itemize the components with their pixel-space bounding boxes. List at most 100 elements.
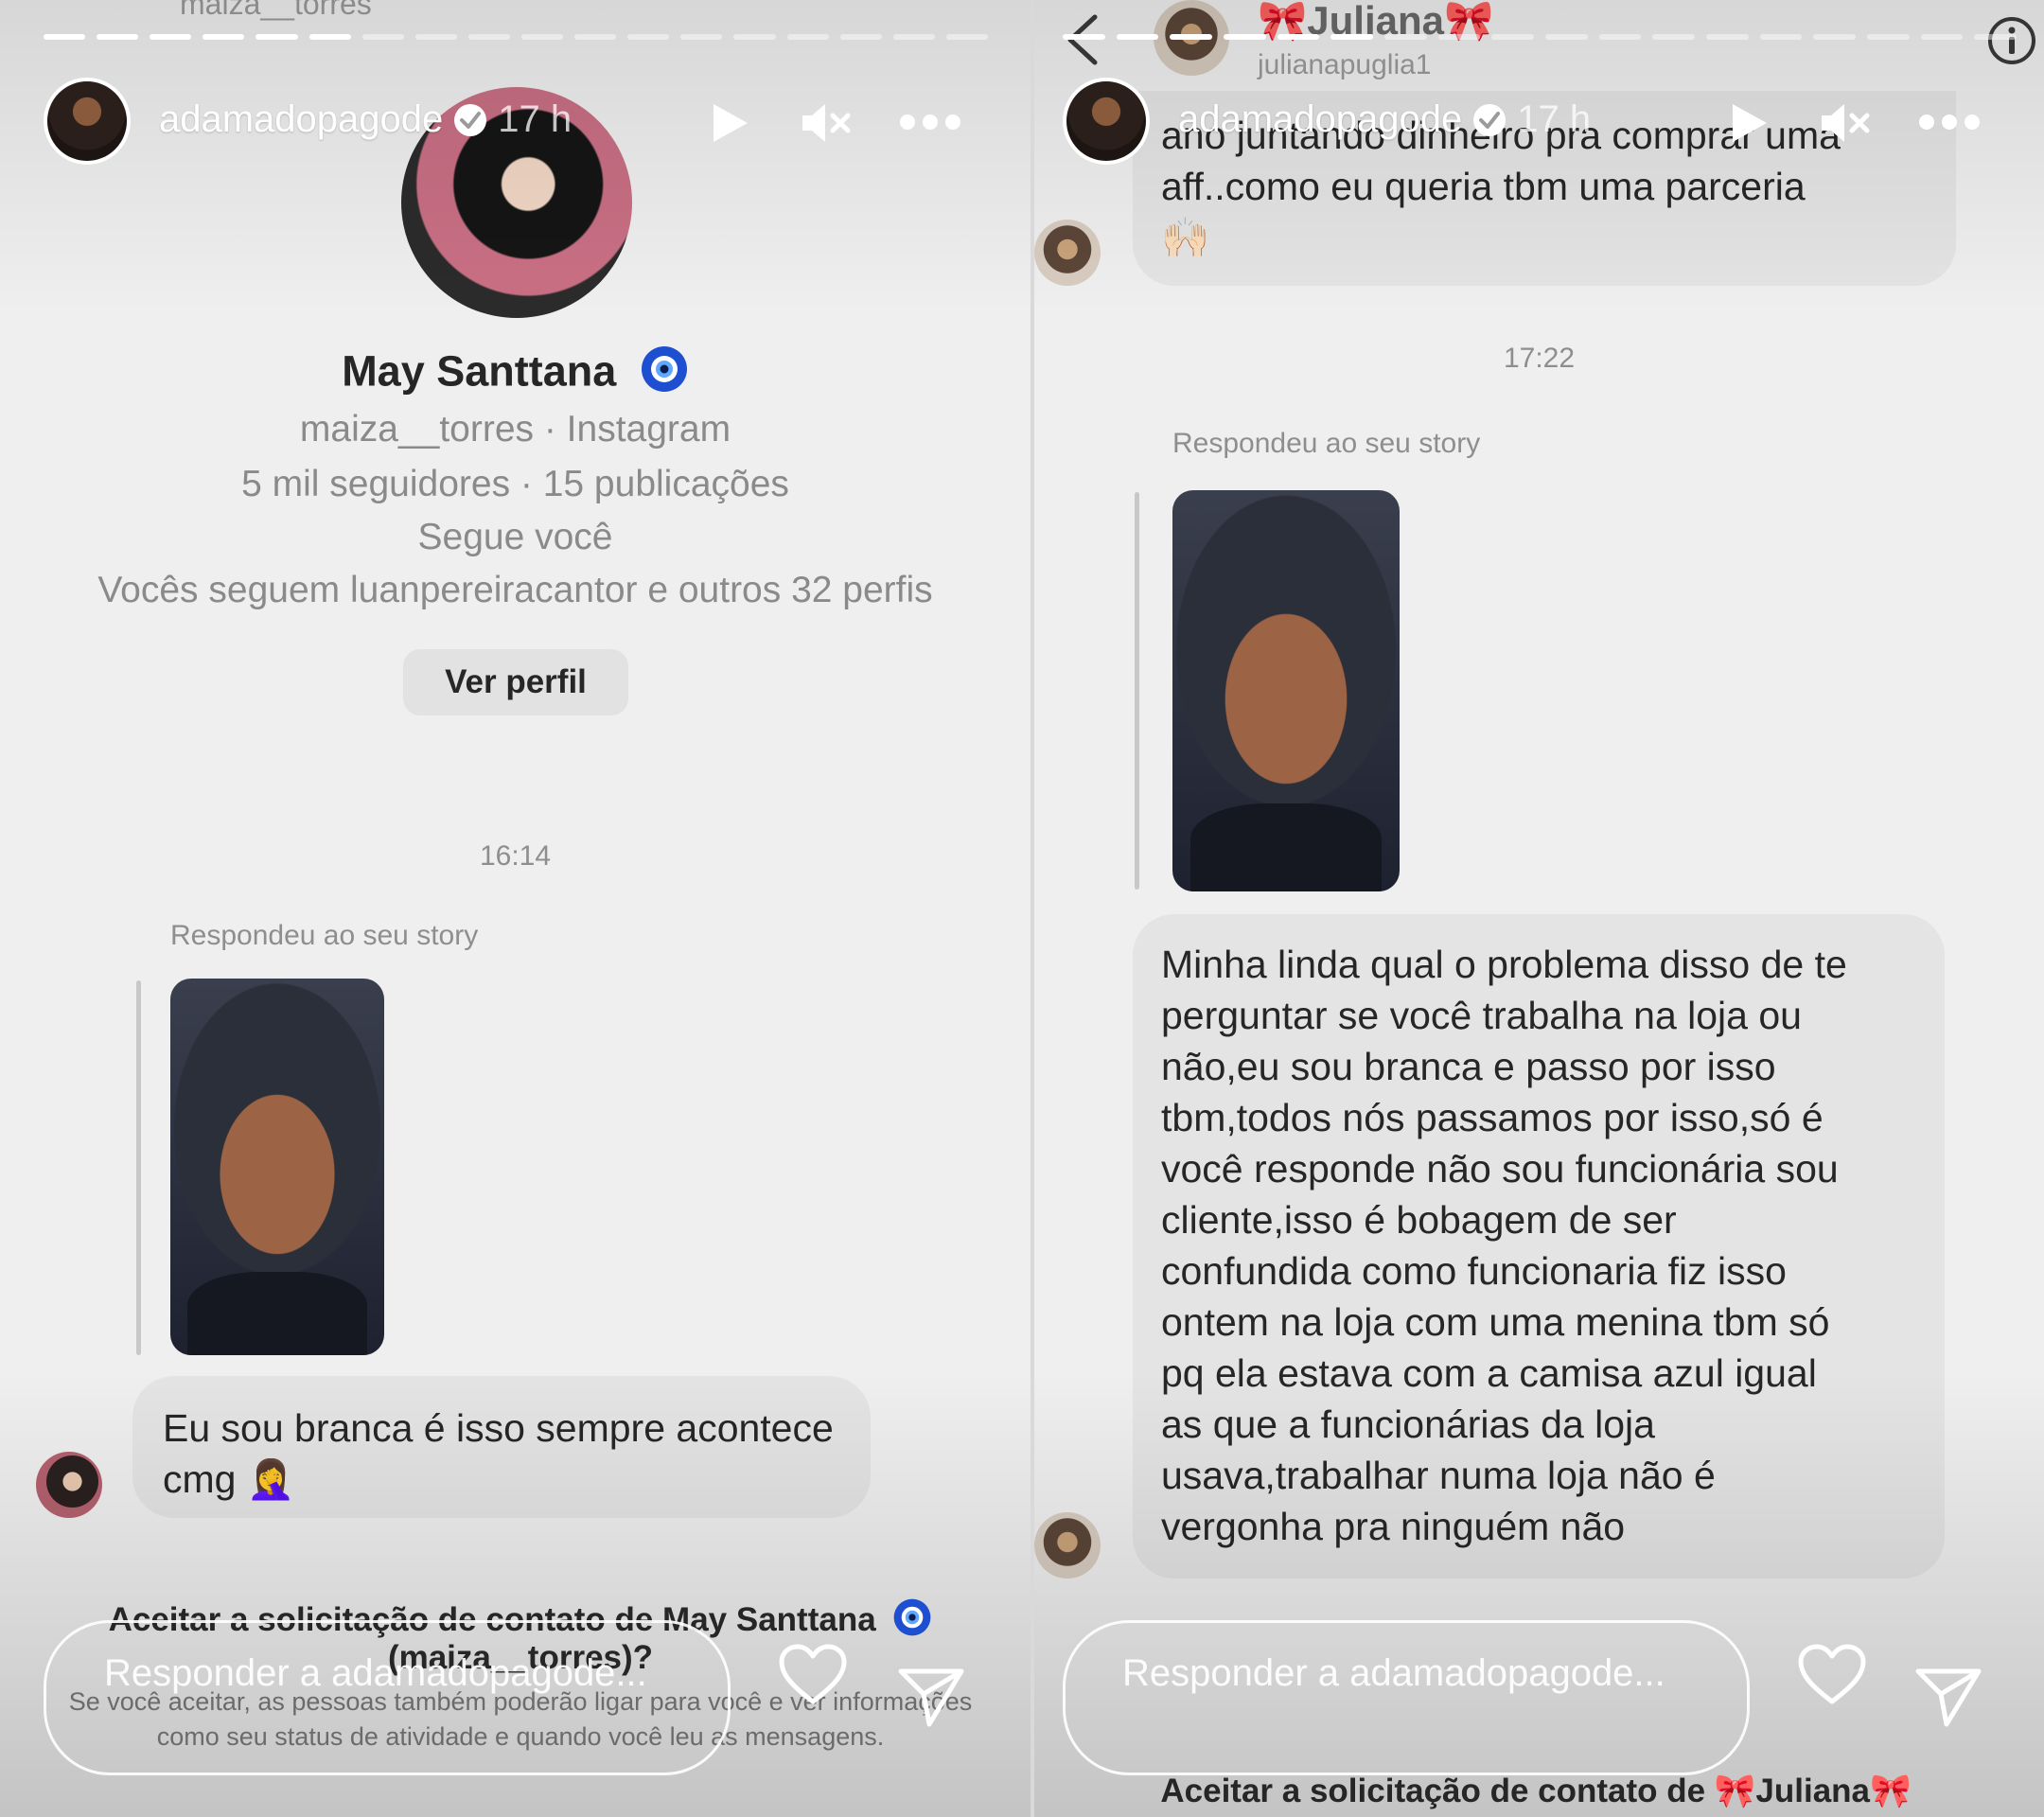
- progress-segment: [308, 34, 351, 40]
- story-time: 17 h: [498, 98, 573, 140]
- story-panel-left: maiza__torres May Santtana maiza__torres…: [0, 0, 1031, 1817]
- send-icon[interactable]: [1914, 1666, 1982, 1733]
- progress-segment: [203, 34, 245, 40]
- replied-to-story-label: Respondeu ao seu story: [1172, 428, 1481, 459]
- sender-avatar: [1034, 1512, 1101, 1579]
- story-thumbnail[interactable]: [170, 979, 384, 1355]
- view-profile-button[interactable]: Ver perfil: [403, 649, 628, 715]
- timestamp: 16:14: [479, 840, 552, 872]
- heart-icon[interactable]: [1797, 1643, 1867, 1710]
- story-author-name[interactable]: adamadopagode: [1178, 98, 1462, 141]
- progress-segment: [1170, 34, 1213, 40]
- story-author-name[interactable]: adamadopagode: [159, 98, 443, 141]
- message-line: Minha linda qual o problema disso de te: [1161, 943, 1847, 986]
- progress-segment: [1759, 34, 1803, 40]
- message-line: ontem na loja com uma menina tbm só: [1161, 1300, 1830, 1344]
- nazar-eye-icon: [640, 344, 689, 404]
- profile-stats: 5 mil seguidores · 15 publicações: [241, 464, 789, 504]
- message-line: vergonha pra ninguém não: [1161, 1505, 1626, 1548]
- progress-segment: [1224, 34, 1266, 40]
- reply-placeholder: Responder a adamadopagode...: [1122, 1652, 1665, 1694]
- sender-avatar: [36, 1452, 102, 1518]
- story-thumbnail[interactable]: [1172, 490, 1400, 891]
- back-arrow-icon[interactable]: [1063, 13, 1101, 71]
- mute-icon[interactable]: [1820, 102, 1873, 149]
- story-panel-right: 🎀Juliana🎀 julianapuglia1 ano juntando di…: [1034, 0, 2044, 1817]
- story-time: 17 h: [1517, 98, 1592, 140]
- more-options-icon[interactable]: [1918, 114, 1981, 135]
- progress-segment: [1706, 34, 1749, 40]
- story-header: adamadopagode 17 h: [159, 98, 572, 141]
- message-line: as que a funcionárias da loja: [1161, 1402, 1655, 1446]
- progress-segment: [44, 34, 86, 40]
- message-line: tbm,todos nós passamos por isso,só é: [1161, 1096, 1824, 1139]
- verified-badge-icon: [1473, 103, 1507, 136]
- timestamp: 17:22: [1503, 343, 1576, 374]
- story-author-avatar[interactable]: [1063, 78, 1150, 165]
- message-line: perguntar se você trabalha na loja ou: [1161, 994, 1802, 1037]
- message-line: você responde não sou funcionária sou: [1161, 1147, 1839, 1191]
- message-line: não,eu sou branca e passo por isso: [1161, 1045, 1776, 1088]
- mute-icon[interactable]: [801, 102, 854, 149]
- message-line: cliente,isso é bobagem de ser: [1161, 1198, 1677, 1242]
- progress-segment: [361, 34, 404, 40]
- progress-segment: [1063, 34, 1105, 40]
- quote-line: [1135, 492, 1139, 890]
- progress-segment: [574, 34, 617, 40]
- progress-segment: [1652, 34, 1696, 40]
- progress-segment: [1545, 34, 1588, 40]
- progress-segment: [1116, 34, 1159, 40]
- progress-segment: [1437, 34, 1481, 40]
- replied-to-story-label: Respondeu ao seu story: [170, 920, 479, 951]
- info-icon[interactable]: [1986, 15, 2037, 71]
- progress-segment: [150, 34, 192, 40]
- message-bubble: Minha linda qual o problema disso de te p…: [1133, 914, 1945, 1579]
- story-progress: [44, 34, 988, 40]
- progress-segment: [1598, 34, 1642, 40]
- progress-segment: [945, 34, 988, 40]
- progress-segment: [1867, 34, 1910, 40]
- more-options-icon[interactable]: [899, 114, 961, 135]
- message-line: usava,trabalhar numa loja não é: [1161, 1454, 1716, 1497]
- progress-segment: [1920, 34, 1964, 40]
- play-icon[interactable]: [710, 100, 751, 150]
- progress-segment: [733, 34, 776, 40]
- progress-segment: [97, 34, 139, 40]
- progress-segment: [520, 34, 564, 40]
- progress-segment: [1974, 34, 2018, 40]
- chat-contact-handle: julianapuglia1: [1258, 49, 1432, 80]
- message-line: confundida como funcionaria fiz isso: [1161, 1249, 1787, 1293]
- raised-hands-emoji: 🙌🏻: [1161, 216, 1210, 259]
- message-line: pq ela estava com a camisa azul igual: [1161, 1351, 1817, 1395]
- progress-segment: [1384, 34, 1427, 40]
- progress-segment: [627, 34, 670, 40]
- heart-icon[interactable]: [778, 1643, 848, 1710]
- progress-segment: [680, 34, 723, 40]
- progress-segment: [839, 34, 882, 40]
- mutual-follows-text: Vocês seguem luanpereiracantor e outros …: [97, 570, 933, 610]
- progress-segment: [1491, 34, 1535, 40]
- send-icon[interactable]: [897, 1666, 965, 1733]
- progress-segment: [414, 34, 457, 40]
- progress-segment: [1813, 34, 1857, 40]
- play-icon[interactable]: [1729, 100, 1771, 150]
- progress-segment: [892, 34, 935, 40]
- progress-segment: [1277, 34, 1320, 40]
- progress-segment: [467, 34, 510, 40]
- previous-message-line2: aff..como eu queria tbm uma parceria: [1161, 165, 1806, 208]
- profile-name-row: May Santtana: [0, 344, 1031, 404]
- story-progress: [1063, 34, 2018, 40]
- message-bubble: Eu sou branca é isso sempre acontece cmg…: [132, 1376, 871, 1518]
- facepalm-emoji: 🤦‍♀️: [246, 1457, 295, 1501]
- progress-segment: [1330, 34, 1374, 40]
- story-header: adamadopagode 17 h: [1178, 98, 1591, 141]
- verified-badge-icon: [454, 103, 487, 136]
- sender-avatar: [1034, 220, 1101, 286]
- quote-line: [136, 980, 141, 1355]
- accept-request-title: Aceitar a solicitação de contato de 🎀Jul…: [1160, 1773, 1912, 1809]
- follows-you-text: Segue você: [417, 517, 613, 557]
- reply-placeholder: Responder a adamadopagode...: [104, 1652, 647, 1694]
- story-author-avatar[interactable]: [44, 78, 131, 165]
- progress-segment: [256, 34, 298, 40]
- progress-segment: [786, 34, 829, 40]
